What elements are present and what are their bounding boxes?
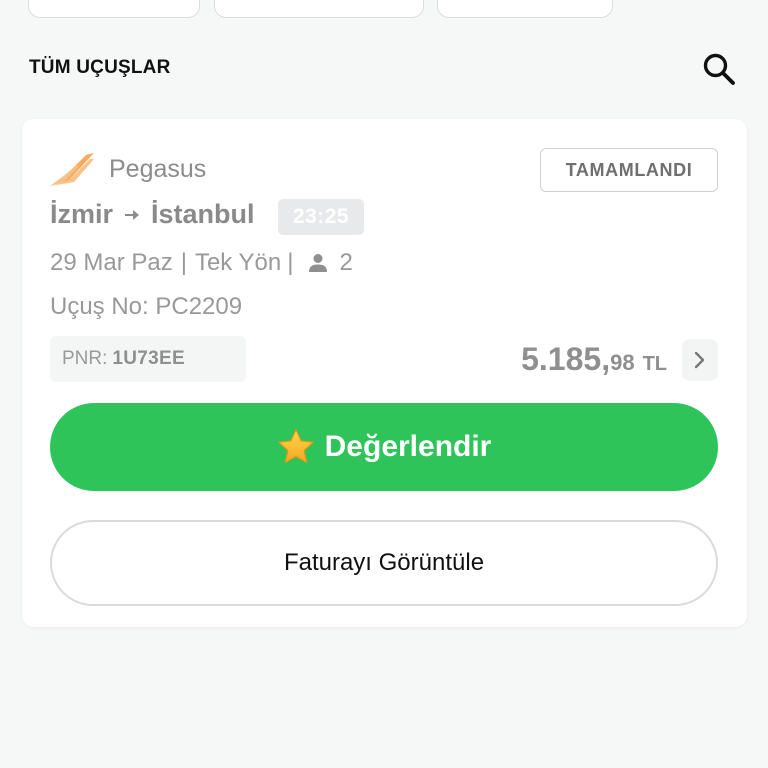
- price-decimal: 98: [610, 350, 635, 375]
- price-main: 5.185,: [521, 341, 611, 377]
- destination-city: İstanbul: [151, 199, 255, 229]
- view-invoice-button[interactable]: Faturayı Görüntüle: [50, 520, 718, 606]
- chevron-right-icon: [694, 351, 705, 369]
- price-details-button[interactable]: [682, 339, 718, 381]
- person-icon: [309, 254, 328, 272]
- flight-meta: 29 Mar Paz | Tek Yön | 2: [50, 249, 353, 277]
- route: İzmir İstanbul: [50, 199, 255, 230]
- section-title: TÜM UÇUŞLAR: [29, 57, 171, 78]
- rate-button[interactable]: Değerlendir: [50, 403, 718, 491]
- arrow-right-icon: [125, 209, 140, 220]
- pegasus-logo-icon: [50, 153, 94, 186]
- price: 5.185, 98 TL: [521, 341, 667, 378]
- flight-date: 29 Mar Paz: [50, 249, 173, 276]
- filter-chip[interactable]: [437, 0, 613, 18]
- pnr-value: 1U73EE: [112, 348, 185, 369]
- search-button[interactable]: [698, 48, 740, 90]
- flight-card[interactable]: Pegasus TAMAMLANDI İzmir İstanbul 23:25 …: [22, 119, 747, 627]
- pnr-box: PNR: 1U73EE: [50, 336, 246, 382]
- status-badge: TAMAMLANDI: [540, 148, 718, 192]
- origin-city: İzmir: [50, 199, 114, 229]
- star-icon: [277, 429, 314, 463]
- filter-chip[interactable]: [28, 0, 200, 18]
- search-icon: [703, 53, 735, 85]
- view-invoice-label: Faturayı Görüntüle: [283, 549, 485, 576]
- separator: |: [287, 249, 294, 276]
- passenger-count: 2: [339, 249, 353, 276]
- departure-time: 23:25: [278, 199, 364, 235]
- rate-button-label: Değerlendir: [324, 430, 492, 463]
- filter-chip[interactable]: [214, 0, 424, 18]
- trip-type: Tek Yön: [194, 249, 282, 276]
- airline-name: Pegasus: [109, 155, 207, 183]
- price-currency: TL: [642, 353, 667, 375]
- flight-number: Uçuş No: PC2209: [50, 293, 243, 320]
- separator: |: [180, 249, 187, 276]
- pnr-label: PNR:: [62, 348, 108, 369]
